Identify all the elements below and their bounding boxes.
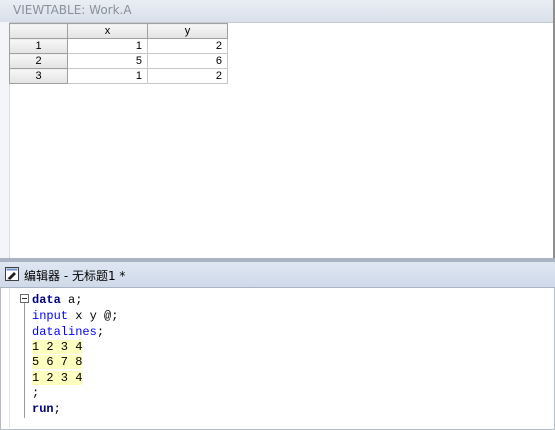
- table-cell-y[interactable]: 6: [147, 53, 228, 69]
- table-cell-y[interactable]: 2: [147, 68, 228, 84]
- table-row: 1 1 2: [9, 38, 228, 54]
- code-text: x y @;: [68, 309, 119, 323]
- table-header-row: x y: [9, 23, 228, 39]
- code-line[interactable]: ;: [32, 385, 39, 401]
- datalines-text: 5 6 7 8: [32, 355, 83, 369]
- editor-gutter: [9, 288, 10, 428]
- code-keyword: datalines: [32, 325, 97, 339]
- datalines-text: 1 2 3 4: [32, 371, 83, 385]
- code-keyword: run: [32, 402, 54, 416]
- row-header[interactable]: 1: [9, 38, 68, 54]
- editor-window: 编辑器 - 无标题1 *: [0, 262, 555, 430]
- table-cell-x[interactable]: 5: [67, 53, 148, 69]
- table-row: 3 1 2: [9, 68, 228, 84]
- row-header[interactable]: 2: [9, 53, 68, 69]
- table-cell-y[interactable]: 2: [147, 38, 228, 54]
- editor-title: 编辑器 - 无标题1 *: [24, 269, 126, 283]
- code-line[interactable]: 1 2 3 4: [32, 370, 83, 386]
- code-text: ;: [96, 325, 105, 339]
- table-cell-x[interactable]: 1: [67, 68, 148, 84]
- column-header-y[interactable]: y: [147, 23, 228, 39]
- code-text: ;: [32, 386, 40, 400]
- code-keyword: data: [32, 293, 61, 307]
- code-text: a;: [60, 293, 83, 307]
- code-line[interactable]: 1 2 3 4: [32, 339, 83, 355]
- column-header-x[interactable]: x: [67, 23, 148, 39]
- fold-guide-line: [24, 303, 25, 418]
- data-table: x y 1 1 2 2 5 6 3 1 2: [9, 23, 228, 84]
- code-text: ;: [53, 402, 61, 416]
- code-line[interactable]: input x y @;: [32, 308, 118, 324]
- datalines-text: 1 2 3 4: [32, 340, 83, 354]
- code-line[interactable]: run;: [32, 401, 61, 417]
- code-line[interactable]: datalines;: [32, 324, 104, 340]
- code-keyword: input: [32, 309, 69, 323]
- code-line[interactable]: 5 6 7 8: [32, 354, 83, 370]
- row-header[interactable]: 3: [9, 68, 68, 84]
- corner-header-cell[interactable]: [9, 23, 68, 39]
- code-line[interactable]: data a;: [32, 292, 82, 308]
- table-row: 2 5 6: [9, 53, 228, 69]
- editor-titlebar[interactable]: 编辑器 - 无标题1 *: [0, 262, 555, 288]
- editor-icon: [5, 267, 19, 281]
- viewtable-title: VIEWTABLE: Work.A: [13, 3, 132, 17]
- table-cell-x[interactable]: 1: [67, 38, 148, 54]
- viewtable-titlebar[interactable]: VIEWTABLE: Work.A: [0, 0, 553, 23]
- viewtable-window: VIEWTABLE: Work.A x y 1 1 2 2 5 6 3 1 2: [0, 0, 555, 262]
- collapse-icon[interactable]: [20, 294, 29, 303]
